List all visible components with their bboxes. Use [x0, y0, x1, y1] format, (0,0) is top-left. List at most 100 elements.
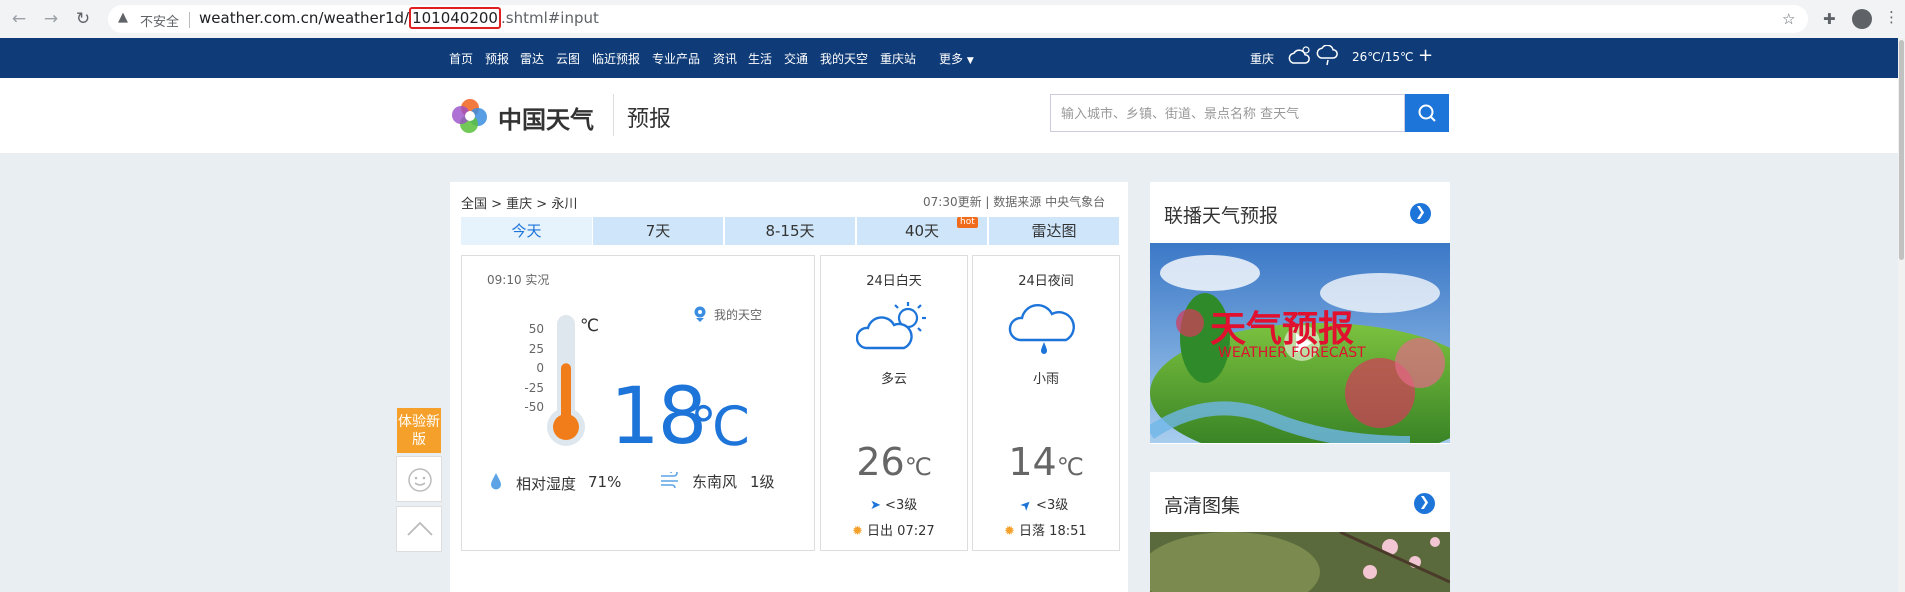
chevron-up-icon [407, 521, 433, 536]
search-box [1050, 94, 1405, 132]
nav-item-traffic[interactable]: 交通 [784, 50, 808, 67]
my-sky-link[interactable]: 我的天空 [714, 306, 762, 323]
url-prefix: weather.com.cn/weather1d/ [199, 9, 410, 27]
day-temp-value: 26 [856, 440, 905, 484]
gallery-thumbnail[interactable] [1150, 532, 1450, 592]
sunrise-icon: ✹ [852, 524, 863, 539]
logo-icon[interactable] [450, 95, 490, 139]
temperature-unit: ℃ [690, 395, 751, 458]
humidity-value: 71% [588, 473, 622, 491]
feedback-button[interactable] [396, 456, 442, 502]
day-description: 多云 [880, 372, 907, 387]
wind-arrow-icon: ➤ [1017, 496, 1036, 515]
tab-8-15day[interactable]: 8-15天 [725, 217, 855, 245]
partly-cloudy-icon [855, 298, 932, 360]
video-panel-title[interactable]: 联播天气预报 [1164, 201, 1278, 228]
night-temp-value: 14 [1008, 440, 1057, 484]
gallery-title[interactable]: 高清图集 [1164, 491, 1240, 518]
smiley-icon [408, 468, 432, 492]
tab-today[interactable]: 今天 [461, 217, 592, 245]
sunset-icon: ✹ [1004, 524, 1015, 539]
logo-divider [613, 94, 614, 136]
security-label[interactable]: 不安全 [140, 11, 179, 30]
address-divider [189, 12, 190, 28]
warning-icon[interactable]: ▲ [118, 10, 128, 25]
nav-item-news[interactable]: 资讯 [713, 50, 737, 67]
wind-level: 1级 [750, 473, 775, 491]
day-title: 24日白天 [866, 274, 922, 289]
profile-avatar-icon[interactable] [1852, 9, 1872, 29]
nav-item-home[interactable]: 首页 [449, 50, 473, 67]
url-text[interactable]: weather.com.cn/weather1d/101040200 .shtml… [199, 7, 599, 29]
night-wind-level: <3级 [1036, 498, 1069, 513]
search-button[interactable] [1405, 94, 1449, 132]
night-wind: ➤ <3级 [1017, 494, 1069, 514]
nav-city[interactable]: 重庆 [1250, 50, 1274, 67]
breadcrumb[interactable]: 全国 > 重庆 > 永川 [461, 193, 577, 212]
humidity-label: 相对湿度 [516, 475, 577, 493]
scale-label: -25 [524, 380, 544, 395]
thermometer-scale: 50 25 0 -25 -50 [520, 320, 544, 418]
night-temp-unit: ℃ [1056, 453, 1084, 481]
unit-label: ℃ [580, 316, 600, 336]
nav-item-radar[interactable]: 雷达 [520, 50, 544, 67]
scale-label: 50 [528, 322, 544, 336]
night-title: 24日夜间 [1018, 274, 1074, 289]
sunrise: ✹ 日出 07:27 [852, 520, 935, 539]
url-highlight: 101040200 [409, 7, 501, 29]
back-to-top-button[interactable] [396, 506, 442, 552]
try-new-version-button[interactable]: 体验新版 [397, 408, 441, 453]
nav-item-cloud[interactable]: 云图 [556, 50, 580, 67]
page-subtitle: 预报 [627, 107, 672, 132]
wind-direction: 东南风 [692, 473, 738, 491]
add-city-icon[interactable]: + [1418, 45, 1433, 66]
search-input[interactable] [1059, 103, 1383, 125]
day-wind-level: <3级 [885, 498, 918, 513]
cloud-sun-icon [1288, 45, 1312, 71]
logo-text[interactable]: 中国天气 [498, 100, 594, 135]
observation-time: 09:10 实况 [487, 273, 550, 287]
nav-item-forecast[interactable]: 预报 [485, 50, 509, 67]
sunset: ✹ 日落 18:51 [1004, 520, 1087, 539]
cloud-rain-icon [1316, 44, 1340, 71]
night-temperature: 14℃ [973, 440, 1119, 484]
hot-badge: hot [957, 217, 978, 228]
nav-item-life[interactable]: 生活 [748, 50, 772, 67]
scale-label: 25 [528, 341, 544, 356]
back-icon[interactable]: ← [8, 8, 30, 30]
nav-item-professional[interactable]: 专业产品 [652, 50, 700, 67]
day-wind: ➤ <3级 [870, 494, 917, 513]
forward-icon[interactable]: → [40, 8, 62, 30]
url-suffix: .shtml#input [500, 9, 599, 27]
tab-radar[interactable]: 雷达图 [989, 217, 1119, 245]
nav-more-label: 更多 [939, 52, 964, 66]
reload-icon[interactable]: ↻ [72, 8, 94, 30]
tab-7day[interactable]: 7天 [593, 217, 723, 245]
nav-item-chongqing[interactable]: 重庆站 [880, 50, 916, 67]
nav-item-more[interactable]: 更多 ▼ [939, 50, 974, 67]
search-icon [1418, 104, 1436, 122]
update-info: 07:30更新 | 数据来源 中央气象台 [923, 195, 1106, 209]
night-description: 小雨 [1032, 372, 1059, 387]
scrollbar-thumb[interactable] [1899, 40, 1904, 260]
nav-item-nowcast[interactable]: 临近预报 [592, 50, 640, 67]
day-temperature: 26℃ [821, 440, 967, 484]
bookmark-star-icon[interactable]: ☆ [1782, 10, 1795, 28]
nav-temp-range: 26℃/15℃ [1352, 50, 1414, 64]
wind-icon [660, 469, 682, 492]
extensions-icon[interactable]: ✚ [1823, 10, 1836, 28]
menu-kebab-icon[interactable]: ⋮ [1884, 8, 1899, 26]
humidity-icon [490, 472, 502, 494]
nav-item-mysky[interactable]: 我的天空 [820, 50, 868, 67]
video-caption-en: WEATHER FORECAST [1218, 345, 1366, 361]
gallery-more-icon[interactable]: ❯ [1414, 493, 1435, 514]
scale-label: 0 [536, 361, 544, 375]
sunset-label: 日落 18:51 [1019, 524, 1087, 539]
wind-arrow-icon: ➤ [870, 498, 881, 513]
video-more-icon[interactable]: ❯ [1410, 203, 1431, 224]
location-pin-icon[interactable] [693, 306, 707, 326]
light-rain-icon [1008, 298, 1084, 362]
day-temp-unit: ℃ [904, 453, 932, 481]
chevron-down-icon: ▼ [966, 56, 974, 66]
scale-label: -50 [524, 400, 544, 414]
